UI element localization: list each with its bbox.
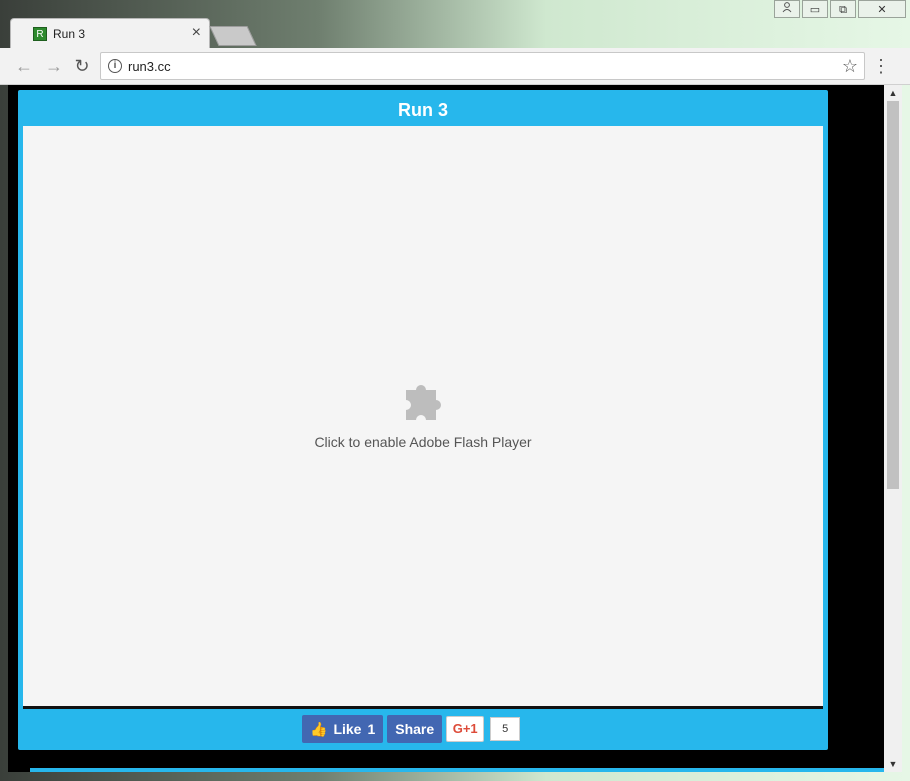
window-controls: ▭ ⧉ ✕ <box>774 0 906 20</box>
star-icon[interactable]: ☆ <box>842 56 858 77</box>
info-icon[interactable]: i <box>108 59 122 73</box>
vertical-scrollbar[interactable]: ▲ ▼ <box>884 85 902 772</box>
scroll-down-arrow[interactable]: ▼ <box>884 758 902 770</box>
like-count: 1 <box>367 721 376 737</box>
forward-arrow-icon[interactable]: → <box>44 56 64 76</box>
back-arrow-icon[interactable]: ← <box>14 56 34 76</box>
browser-toolbar: ← → ↻ i run3.cc ☆ ⋮ <box>0 48 910 85</box>
social-share-row: 👍 Like 1 Share G+1 5 <box>302 715 521 743</box>
puzzle-plugin-icon <box>406 384 441 420</box>
flash-placeholder[interactable]: Click to enable Adobe Flash Player <box>23 126 823 709</box>
game-title: Run 3 <box>397 100 448 120</box>
thumbs-up-icon: 👍 <box>310 721 328 737</box>
game-card: Run 3 Click to enable Adobe Flash Player… <box>18 90 828 750</box>
menu-dots-icon[interactable]: ⋮ <box>872 56 890 76</box>
google-plus-button[interactable]: G+1 <box>446 716 485 742</box>
maximize-icon[interactable]: ⧉ <box>830 0 856 18</box>
scroll-thumb[interactable] <box>887 101 899 489</box>
google-plus-count: 5 <box>490 717 521 741</box>
browser-window: R Run 3 × ▭ ⧉ ✕ ← → ↻ i run3.cc ☆ ⋮ Run … <box>0 0 910 781</box>
tab-favicon: R <box>33 27 47 41</box>
tab-title: Run 3 <box>53 27 86 41</box>
reload-icon[interactable]: ↻ <box>72 56 92 76</box>
user-icon[interactable] <box>774 0 800 18</box>
like-label: Like <box>333 721 362 737</box>
scroll-up-arrow[interactable]: ▲ <box>884 87 902 99</box>
close-window-button[interactable]: ✕ <box>858 0 906 18</box>
flash-message: Click to enable Adobe Flash Player <box>314 434 532 450</box>
share-label: Share <box>395 721 435 737</box>
minimize-icon[interactable]: ▭ <box>802 0 828 18</box>
facebook-like-button[interactable]: 👍 Like 1 <box>302 715 384 743</box>
url-text: run3.cc <box>128 59 171 74</box>
page-viewport: Run 3 Click to enable Adobe Flash Player… <box>8 85 884 772</box>
facebook-share-button[interactable]: Share <box>387 715 443 743</box>
next-section-strip <box>30 768 884 772</box>
close-icon[interactable]: × <box>192 25 201 41</box>
browser-tab[interactable]: R Run 3 × <box>10 18 210 48</box>
title-bar: R Run 3 × ▭ ⧉ ✕ <box>0 0 910 48</box>
address-bar[interactable]: i run3.cc ☆ <box>100 52 865 80</box>
new-tab-button[interactable] <box>209 26 257 46</box>
